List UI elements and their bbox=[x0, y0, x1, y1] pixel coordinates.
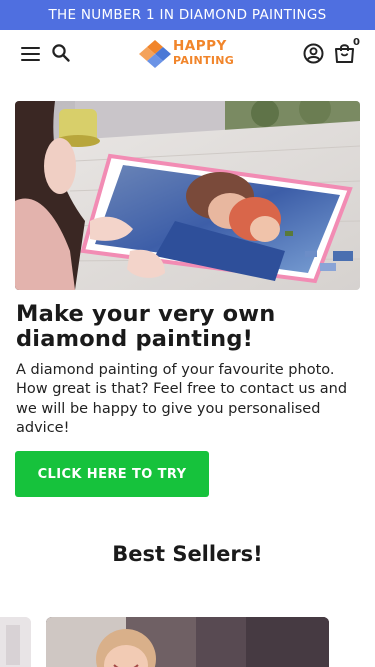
search-icon[interactable] bbox=[51, 43, 71, 63]
try-now-button[interactable]: CLICK HERE TO TRY bbox=[15, 451, 209, 497]
announcement-bar: THE NUMBER 1 IN DIAMOND PAINTINGS bbox=[0, 0, 375, 30]
account-icon[interactable] bbox=[303, 43, 324, 64]
cart-count-badge: 0 bbox=[353, 37, 360, 48]
hero-headline: Make your very own diamond painting! bbox=[16, 301, 276, 352]
site-logo[interactable]: HAPPY PAINTING bbox=[139, 39, 239, 69]
best-sellers-heading: Best Sellers! bbox=[112, 542, 263, 566]
hero-image bbox=[15, 101, 360, 290]
product-image bbox=[46, 617, 329, 667]
menu-icon[interactable] bbox=[21, 47, 40, 61]
logo-line-1: HAPPY bbox=[173, 38, 227, 54]
cart-icon[interactable] bbox=[334, 42, 355, 64]
logo-mark-icon bbox=[139, 40, 171, 68]
site-header: HAPPY PAINTING 0 bbox=[0, 30, 375, 77]
product-card[interactable] bbox=[46, 617, 329, 667]
product-image-previous bbox=[0, 617, 31, 667]
hero-body-text: A diamond painting of your favourite pho… bbox=[16, 362, 348, 436]
logo-line-2: PAINTING bbox=[173, 54, 235, 67]
logo-text: HAPPY PAINTING bbox=[173, 38, 235, 67]
product-card-previous[interactable] bbox=[0, 617, 31, 667]
announcement-text: THE NUMBER 1 IN DIAMOND PAINTINGS bbox=[48, 7, 327, 23]
